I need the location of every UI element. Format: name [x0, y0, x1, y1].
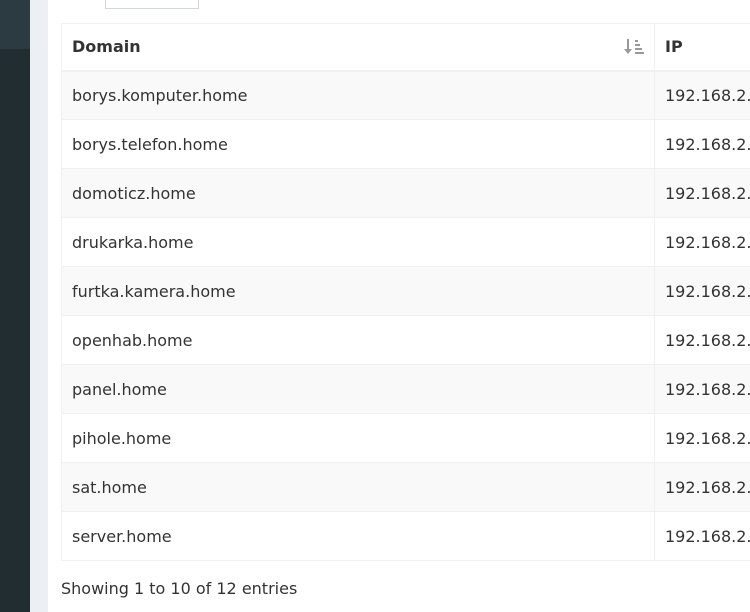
sidebar-active-item[interactable]	[0, 0, 30, 49]
ip-cell: 192.168.2.16	[654, 70, 750, 120]
table-row: openhab.home 192.168.2.14	[61, 315, 750, 365]
ip-cell: 192.168.2.15	[654, 266, 750, 316]
table-info: Showing 1 to 10 of 12 entries	[61, 579, 298, 598]
ip-cell: 192.168.2.23	[654, 462, 750, 512]
domain-cell: panel.home	[61, 364, 655, 414]
domain-cell: pihole.home	[61, 413, 655, 463]
ip-cell: 192.168.2.14	[654, 364, 750, 414]
ip-cell: 192.168.2.14	[654, 315, 750, 365]
ip-cell: 192.168.2.14	[654, 511, 750, 561]
domain-cell: borys.komputer.home	[61, 70, 655, 120]
table-row: domoticz.home 192.168.2.25	[61, 168, 750, 218]
table-row: pihole.home 192.168.2.25	[61, 413, 750, 463]
ip-cell: 192.168.2.21	[654, 119, 750, 169]
domain-cell: borys.telefon.home	[61, 119, 655, 169]
ip-cell: 192.168.2.25	[654, 413, 750, 463]
sort-amount-asc-icon[interactable]	[624, 38, 644, 56]
table-row: borys.komputer.home 192.168.2.16	[61, 70, 750, 120]
table-header-row: Domain IP	[61, 23, 750, 72]
table-row: panel.home 192.168.2.14	[61, 364, 750, 414]
column-header-domain-label: Domain	[72, 37, 141, 57]
domain-cell: openhab.home	[61, 315, 655, 365]
column-header-ip-label: IP	[665, 37, 683, 57]
table-row: furtka.kamera.home 192.168.2.15	[61, 266, 750, 316]
table-row: sat.home 192.168.2.23	[61, 462, 750, 512]
sidebar	[0, 0, 30, 612]
domain-cell: drukarka.home	[61, 217, 655, 267]
domains-table: Domain IP borys.komputer.home 192.168.2 …	[61, 23, 750, 561]
domain-cell: furtka.kamera.home	[61, 266, 655, 316]
content-wrapper	[30, 0, 48, 612]
entries-length-select[interactable]	[105, 0, 199, 9]
table-row: drukarka.home 192.168.2.25	[61, 217, 750, 267]
column-header-domain[interactable]: Domain	[61, 23, 655, 72]
table-panel: Domain IP borys.komputer.home 192.168.2 …	[48, 0, 750, 612]
table-row: server.home 192.168.2.14	[61, 511, 750, 561]
domain-cell: domoticz.home	[61, 168, 655, 218]
table-row: borys.telefon.home 192.168.2.21	[61, 119, 750, 169]
ip-cell: 192.168.2.25	[654, 217, 750, 267]
column-header-ip[interactable]: IP	[654, 23, 750, 72]
domain-cell: sat.home	[61, 462, 655, 512]
domain-cell: server.home	[61, 511, 655, 561]
ip-cell: 192.168.2.25	[654, 168, 750, 218]
